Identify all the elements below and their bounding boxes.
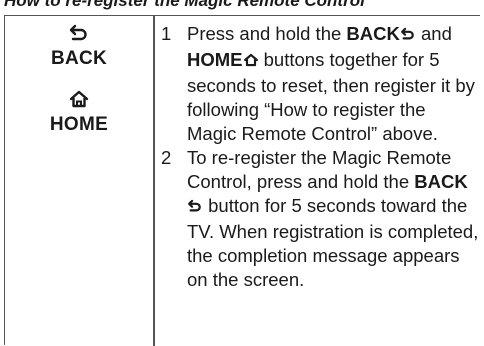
buttons-column: BACK HOME [5, 22, 153, 138]
step-number: 1 [161, 23, 172, 44]
home-button-label: HOME [49, 114, 109, 135]
back-arrow-icon [187, 196, 203, 220]
steps-list: 1 Press and hold the BACK and HOME butto… [161, 22, 479, 292]
step-text: To re-register the Magic Remote Control,… [187, 147, 479, 290]
section-heading: How to re-register the Magic Remote Cont… [4, 0, 365, 10]
back-button-label: BACK [50, 48, 108, 69]
back-arrow-icon [5, 22, 153, 46]
step-1: 1 Press and hold the BACK and HOME butto… [161, 22, 479, 146]
home-icon [5, 88, 153, 112]
instructions-table: BACK HOME 1 Press and hold the BACK and … [4, 15, 480, 346]
home-icon [243, 50, 259, 74]
step-number: 2 [161, 147, 172, 168]
back-keyword: BACK [414, 171, 468, 192]
column-divider [153, 16, 155, 346]
back-keyword: BACK [346, 23, 400, 44]
step-text: Press and hold the BACK and HOME buttons… [187, 23, 475, 144]
step-2: 2 To re-register the Magic Remote Contro… [161, 146, 479, 292]
home-keyword: HOME [187, 49, 243, 70]
back-arrow-icon [400, 24, 416, 48]
